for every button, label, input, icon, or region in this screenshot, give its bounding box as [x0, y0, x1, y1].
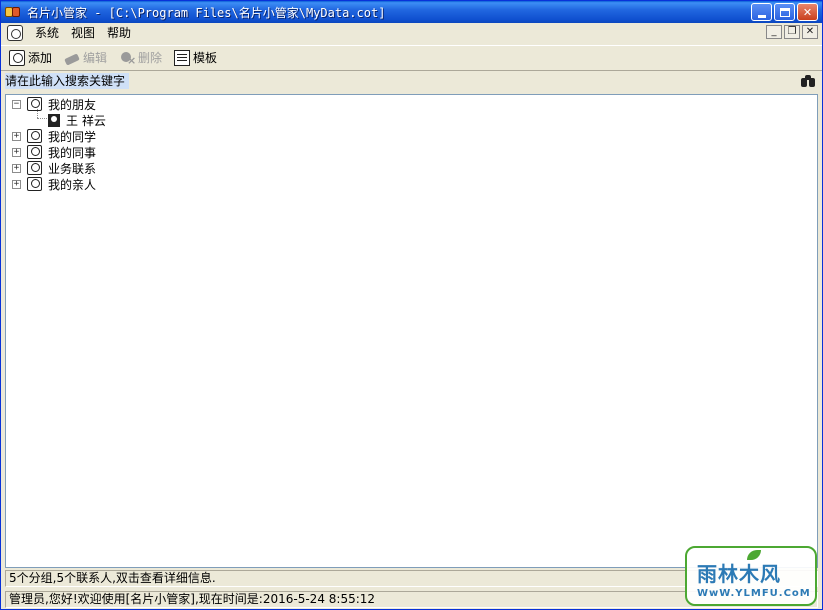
group-card-icon: [27, 145, 42, 159]
add-card-icon: [9, 49, 25, 66]
maximize-button[interactable]: [774, 3, 795, 21]
child-restore-button[interactable]: ❐: [784, 25, 800, 39]
edit-icon: [64, 50, 80, 66]
tree-connector: [37, 118, 47, 119]
app-window: 名片小管家 - [C:\Program Files\名片小管家\MyData.c…: [0, 0, 823, 610]
group-label: 我的同学: [48, 129, 97, 144]
tree-group-business[interactable]: + 业务联系: [12, 160, 96, 176]
template-icon: [174, 49, 191, 66]
title-bar[interactable]: 名片小管家 - [C:\Program Files\名片小管家\MyData.c…: [1, 1, 822, 23]
contact-tree[interactable]: − 我的朋友 王 祥云 + 我的同学 + 我的同事 + 业务联系 + 我的亲人: [5, 94, 818, 568]
tree-group-colleagues[interactable]: + 我的同事: [12, 144, 96, 160]
watermark-url-text: WwW.YLMFU.CoM: [697, 588, 811, 599]
menu-view[interactable]: 视图: [65, 24, 101, 42]
add-button-label: 添加: [28, 51, 53, 65]
tree-group-friends[interactable]: − 我的朋友: [12, 96, 96, 112]
template-button-label: 模板: [193, 51, 218, 65]
group-card-icon: [27, 129, 42, 143]
template-button[interactable]: 模板: [170, 47, 221, 69]
minimize-icon: [757, 14, 766, 18]
expand-icon[interactable]: +: [12, 131, 21, 141]
contacts-app-icon: [5, 4, 21, 20]
window-title: 名片小管家 - [C:\Program Files\名片小管家\MyData.c…: [27, 5, 386, 20]
tree-connector: [37, 107, 38, 118]
watermark-main-text: 雨林木风: [697, 562, 781, 586]
group-card-icon: [27, 177, 42, 191]
close-button[interactable]: ✕: [797, 3, 818, 21]
delete-icon: [119, 50, 136, 67]
close-icon: ✕: [802, 5, 813, 19]
group-card-icon: [27, 161, 42, 175]
watermark-logo: 雨林木风 WwW.YLMFU.CoM: [685, 546, 817, 606]
edit-button[interactable]: 编辑: [60, 47, 111, 69]
tree-group-family[interactable]: + 我的亲人: [12, 176, 96, 192]
window-controls: ✕: [751, 3, 818, 21]
contact-person-icon: [48, 113, 60, 127]
edit-button-label: 编辑: [83, 51, 108, 65]
child-window-controls: _ ❐ ✕: [766, 25, 818, 39]
search-input[interactable]: [5, 73, 795, 89]
expand-icon[interactable]: +: [12, 147, 21, 157]
maximize-icon: [779, 7, 790, 17]
delete-button-label: 删除: [138, 51, 163, 65]
minimize-button[interactable]: [751, 3, 772, 21]
group-label: 我的亲人: [48, 177, 97, 192]
child-minimize-button[interactable]: _: [766, 25, 782, 39]
add-button[interactable]: 添加: [5, 47, 56, 69]
group-label: 我的朋友: [48, 97, 97, 112]
child-close-button[interactable]: ✕: [802, 25, 818, 39]
tree-group-classmates[interactable]: + 我的同学: [12, 128, 96, 144]
binoculars-icon[interactable]: [800, 74, 816, 88]
group-label: 我的同事: [48, 145, 97, 160]
group-label: 业务联系: [48, 161, 97, 176]
contact-label: 王 祥云: [66, 113, 106, 128]
system-menu-icon[interactable]: [7, 25, 23, 41]
expand-icon[interactable]: +: [12, 179, 21, 189]
search-bar: [1, 70, 822, 92]
expand-icon[interactable]: +: [12, 163, 21, 173]
menu-bar: 系统 视图 帮助 _ ❐ ✕: [1, 23, 822, 43]
menu-help[interactable]: 帮助: [101, 24, 137, 42]
delete-button[interactable]: 删除: [115, 47, 166, 69]
toolbar: 添加 编辑 删除 模板: [1, 45, 822, 69]
group-card-icon: [27, 97, 42, 111]
collapse-icon[interactable]: −: [12, 99, 21, 109]
menu-system[interactable]: 系统: [29, 24, 65, 42]
tree-contact-item[interactable]: 王 祥云: [48, 112, 106, 128]
